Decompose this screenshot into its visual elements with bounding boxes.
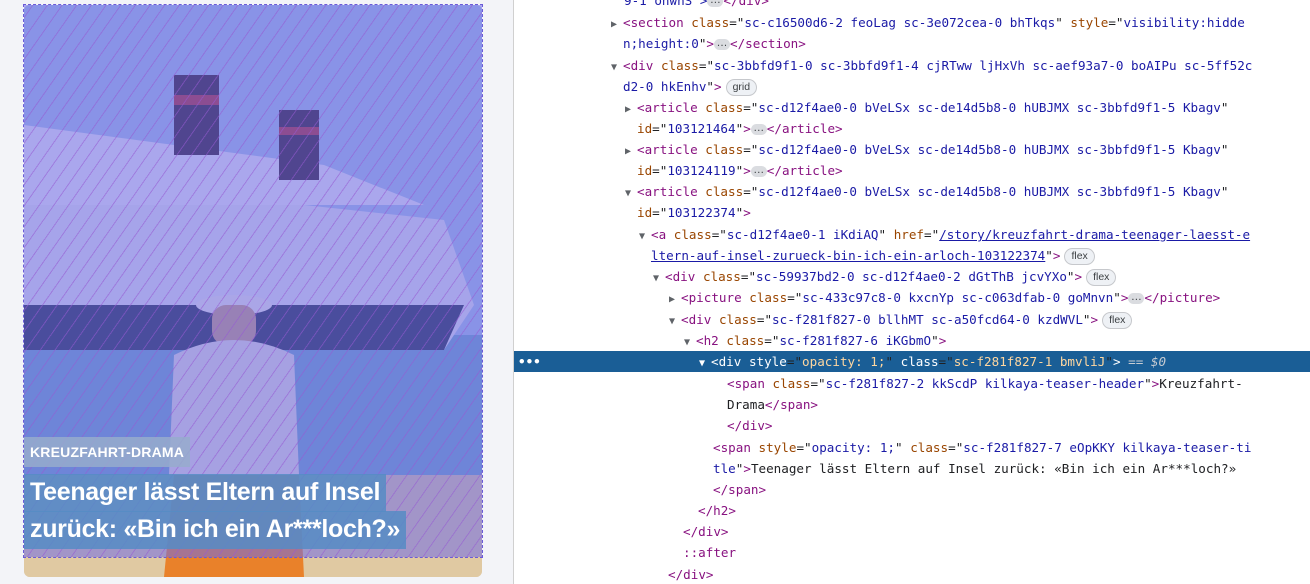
dom-node-article-2[interactable]: ▶ <article class="sc-d12f4ae0-0 bVeLSx sc… (514, 139, 1310, 160)
expand-arrow-icon[interactable]: ▶ (625, 141, 637, 162)
dom-node-article-1[interactable]: ▶ <article class="sc-d12f4ae0-0 bVeLSx sc… (514, 97, 1310, 118)
dom-node-article-2-cont: id="103124119">… </article> (637, 163, 843, 178)
dom-node-selected-div[interactable]: ••• ▼ <div style="opacity: 1;" class="sc-f… (514, 351, 1310, 372)
devtools-elements-panel[interactable]: 9-1 onwnS">… </div> ▶ <section class="sc-c… (513, 0, 1310, 584)
dom-node-span-header-cont: Drama</span> (727, 397, 818, 412)
dom-node-flex-div[interactable]: ▼ <div class="sc-59937bd2-0 sc-d12f4ae0-2… (514, 266, 1310, 287)
dom-node-article-3-cont: id="103122374"> (637, 205, 751, 220)
dom-node-div-close: </div> (727, 418, 773, 433)
expand-arrow-icon[interactable]: ▶ (669, 289, 681, 310)
teaser-title-text: Teenager lässt Eltern auf Insel zurück: … (24, 474, 407, 549)
more-actions-icon[interactable]: ••• (518, 351, 541, 372)
collapse-arrow-icon[interactable]: ▼ (639, 226, 651, 247)
dom-node-grid-div-cont: d2-0 hkEnhv"> grid (514, 76, 1310, 97)
dom-node-anchor-cont: ltern-auf-insel-zurueck-bin-ich-ein-arlo… (514, 245, 1310, 266)
teaser-header: KREUZFAHRT-DRAMA (24, 437, 191, 467)
dom-node-span-title[interactable]: <span style="opacity: 1;" class="sc-f281… (514, 437, 1310, 458)
ellipsis-icon[interactable]: … (707, 0, 724, 7)
dom-node-grid-div[interactable]: ▼ <div class="sc-3bbfd9f1-0 sc-3bbfd9f1-4… (514, 55, 1310, 76)
ellipsis-icon[interactable]: … (750, 123, 767, 135)
dom-node-article-1-cont: id="103121464">… </article> (637, 121, 843, 136)
ellipsis-icon[interactable]: … (714, 38, 731, 50)
dom-node-span-header[interactable]: <span class="sc-f281f827-2 kkScdP kilkay… (514, 373, 1310, 394)
dom-node-pseudo-after[interactable]: ::after (514, 542, 1310, 563)
flex-badge[interactable]: flex (1086, 269, 1117, 286)
dom-node-h2-close: </h2> (698, 503, 736, 518)
dom-node-line[interactable]: 9-1 onwnS">… </div> (514, 0, 1310, 11)
dom-node-picture[interactable]: ▶ <picture class="sc-433c97c8-0 kxcnYp sc… (514, 287, 1310, 308)
ellipsis-icon[interactable]: … (750, 165, 767, 177)
expand-arrow-icon[interactable]: ▶ (625, 99, 637, 120)
dom-node-span-close: </span> (713, 482, 767, 497)
dom-node-h2[interactable]: ▼ <h2 class="sc-f281f827-6 iKGbmO"> (514, 330, 1310, 351)
ellipsis-icon[interactable]: … (1128, 292, 1145, 304)
collapse-arrow-icon[interactable]: ▼ (611, 57, 623, 78)
collapse-arrow-icon[interactable]: ▼ (625, 183, 637, 204)
collapse-arrow-icon[interactable]: ▼ (653, 268, 665, 289)
dom-node-article-3[interactable]: ▼ <article class="sc-d12f4ae0-0 bVeLSx sc… (514, 181, 1310, 202)
page-preview-pane: KREUZFAHRT-DRAMA Teenager lässt Eltern a… (0, 0, 513, 584)
href-link[interactable]: /story/kreuzfahrt-drama-teenager-laesst-… (939, 227, 1250, 242)
expand-arrow-icon[interactable]: ▶ (611, 14, 623, 35)
dom-node-anchor[interactable]: ▼ <a class="sc-d12f4ae0-1 iKdiAQ" href="/… (514, 224, 1310, 245)
grid-badge[interactable]: grid (725, 79, 758, 96)
href-link-cont[interactable]: ltern-auf-insel-zurueck-bin-ich-ein-arlo… (651, 248, 1045, 263)
teaser-title[interactable]: Teenager lässt Eltern auf Insel zurück: … (24, 474, 454, 549)
collapse-arrow-icon[interactable]: ▼ (699, 353, 711, 374)
dom-node-inner-div[interactable]: ▼ <div class="sc-f281f827-0 bllhMT sc-a50… (514, 309, 1310, 330)
dom-node-div-close-2: </div> (683, 524, 729, 539)
dom-node-section[interactable]: ▶ <section class="sc-c16500d6-2 feoLag sc… (514, 12, 1310, 33)
collapse-arrow-icon[interactable]: ▼ (684, 332, 696, 353)
flex-badge[interactable]: flex (1064, 248, 1095, 265)
dom-node-section-cont: n;height:0">… </section> (623, 36, 806, 51)
dom-node-span-title-cont: tle">Teenager lässt Eltern auf Insel zur… (713, 461, 1237, 476)
collapse-arrow-icon[interactable]: ▼ (669, 311, 681, 332)
dom-node-div-close-3: </div> (668, 567, 714, 582)
flex-badge[interactable]: flex (1102, 312, 1133, 329)
